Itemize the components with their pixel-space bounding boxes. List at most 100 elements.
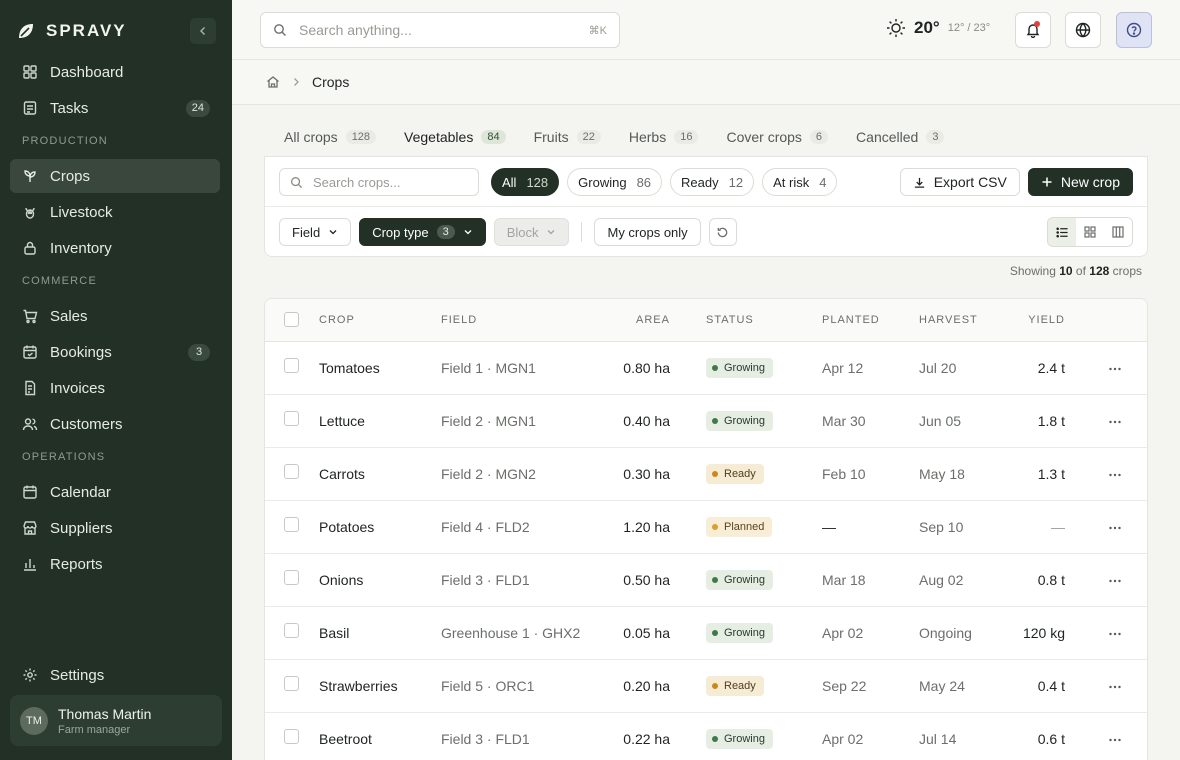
field-filter-dropdown[interactable]: Field: [279, 218, 352, 246]
sidebar-item-calendar[interactable]: Calendar: [10, 475, 220, 509]
current-temperature: 20°: [914, 18, 940, 37]
tab-herbs[interactable]: Herbs 16: [615, 117, 713, 157]
row-checkbox[interactable]: [284, 676, 299, 691]
row-checkbox[interactable]: [284, 729, 299, 744]
filter-separator: [581, 222, 583, 242]
crop-name[interactable]: Lettuce: [319, 413, 365, 429]
select-all-checkbox[interactable]: [284, 312, 299, 327]
help-button[interactable]: [1116, 12, 1152, 48]
more-actions-icon[interactable]: [1107, 520, 1123, 536]
table-row[interactable]: Beetroot Field 3 · FLD1 0.22 ha Growing …: [265, 713, 1147, 760]
sidebar-item-sales[interactable]: Sales: [10, 299, 220, 333]
row-checkbox[interactable]: [284, 358, 299, 373]
sidebar-item-bookings[interactable]: Bookings 3: [10, 335, 220, 369]
export-csv-button[interactable]: Export CSV: [899, 168, 1020, 196]
table-row[interactable]: Carrots Field 2 · MGN2 0.30 ha Ready Feb…: [265, 448, 1147, 501]
board-view-button[interactable]: [1104, 218, 1132, 246]
crop-name[interactable]: Strawberries: [319, 678, 398, 694]
grid-view-button[interactable]: [1076, 218, 1104, 246]
status-label: Ready: [724, 468, 756, 480]
crop-yield: 0.6 t: [1037, 731, 1065, 747]
table-row[interactable]: Basil Greenhouse 1 · GHX2 0.05 ha Growin…: [265, 607, 1147, 660]
crop-name[interactable]: Onions: [319, 572, 363, 588]
notifications-button[interactable]: [1015, 12, 1051, 48]
sidebar-item-customers[interactable]: Customers: [10, 407, 220, 441]
more-actions-icon[interactable]: [1107, 361, 1123, 377]
sidebar-item-tasks[interactable]: Tasks 24: [10, 91, 220, 125]
weather-widget[interactable]: 20° 12° / 23°: [886, 18, 990, 38]
status-filter-growing[interactable]: Growing 86: [567, 168, 663, 196]
tab-all-crops[interactable]: All crops 128: [264, 117, 390, 157]
sidebar-item-settings[interactable]: Settings: [10, 658, 220, 692]
showing-shown: 10: [1059, 264, 1073, 278]
sidebar-item-inventory[interactable]: Inventory: [10, 231, 220, 265]
row-checkbox[interactable]: [284, 570, 299, 585]
block-filter-label: Block: [506, 224, 539, 240]
status-dot: [712, 418, 718, 424]
column-header-yield[interactable]: YIELD: [1028, 314, 1065, 326]
tab-fruits[interactable]: Fruits 22: [520, 117, 615, 157]
tab-cancelled[interactable]: Cancelled 3: [842, 117, 958, 157]
sidebar-item-crops[interactable]: Crops: [10, 159, 220, 193]
more-actions-icon[interactable]: [1107, 467, 1123, 483]
users-icon: [22, 416, 38, 432]
crop-search-input[interactable]: [313, 174, 489, 190]
column-header-field[interactable]: FIELD: [441, 314, 477, 326]
cart-icon: [22, 308, 38, 324]
column-header-planted[interactable]: PLANTED: [822, 314, 880, 326]
row-checkbox[interactable]: [284, 623, 299, 638]
home-icon[interactable]: [266, 75, 280, 89]
status-filter-at-risk[interactable]: At risk 4: [762, 168, 838, 196]
more-actions-icon[interactable]: [1107, 679, 1123, 695]
column-header-harvest[interactable]: HARVEST: [919, 314, 978, 326]
showing-of: of: [1075, 264, 1086, 278]
sidebar-item-reports[interactable]: Reports: [10, 547, 220, 581]
my-crops-only-toggle[interactable]: My crops only: [594, 218, 701, 246]
table-row[interactable]: Potatoes Field 4 · FLD2 1.20 ha Planned …: [265, 501, 1147, 554]
crop-field: Field 4 · FLD2: [441, 519, 530, 535]
crop-search[interactable]: [279, 168, 489, 196]
row-checkbox[interactable]: [284, 411, 299, 426]
sidebar: SPRAVY Dashboard Tasks 24 PRODUCTION Cro…: [0, 0, 232, 760]
sidebar-item-livestock[interactable]: Livestock: [10, 195, 220, 229]
status-filter-all[interactable]: All 128: [491, 168, 560, 196]
column-header-crop[interactable]: CROP: [319, 314, 355, 326]
language-button[interactable]: [1065, 12, 1101, 48]
sidebar-item-suppliers[interactable]: Suppliers: [10, 511, 220, 545]
tab-vegetables[interactable]: Vegetables 84: [390, 117, 520, 158]
global-search[interactable]: ⌘K: [260, 12, 620, 48]
more-actions-icon[interactable]: [1107, 732, 1123, 748]
list-view-button[interactable]: [1048, 218, 1076, 246]
table-row[interactable]: Strawberries Field 5 · ORC1 0.20 ha Read…: [265, 660, 1147, 713]
tab-cover-crops[interactable]: Cover crops 6: [712, 117, 842, 157]
table-row[interactable]: Onions Field 3 · FLD1 0.50 ha Growing Ma…: [265, 554, 1147, 607]
crop-name[interactable]: Carrots: [319, 466, 365, 482]
sidebar-item-invoices[interactable]: Invoices: [10, 371, 220, 405]
status-filter-ready[interactable]: Ready 12: [670, 168, 755, 196]
global-search-input[interactable]: [299, 22, 589, 38]
results-count: Showing 10 of 128 crops: [1010, 264, 1142, 278]
user-profile-card[interactable]: TM Thomas Martin Farm manager: [10, 695, 222, 746]
more-actions-icon[interactable]: [1107, 414, 1123, 430]
crop-name[interactable]: Beetroot: [319, 731, 372, 747]
row-checkbox[interactable]: [284, 464, 299, 479]
crop-name[interactable]: Potatoes: [319, 519, 374, 535]
crop-name[interactable]: Basil: [319, 625, 349, 641]
brand[interactable]: SPRAVY: [16, 18, 127, 44]
tab-count: 6: [809, 130, 829, 144]
row-checkbox[interactable]: [284, 517, 299, 532]
more-actions-icon[interactable]: [1107, 626, 1123, 642]
column-header-status[interactable]: STATUS: [706, 314, 754, 326]
collapse-sidebar-button[interactable]: [190, 18, 216, 44]
sidebar-item-dashboard[interactable]: Dashboard: [10, 55, 220, 89]
table-row[interactable]: Tomatoes Field 1 · MGN1 0.80 ha Growing …: [265, 342, 1147, 395]
table-row[interactable]: Lettuce Field 2 · MGN1 0.40 ha Growing M…: [265, 395, 1147, 448]
more-actions-icon[interactable]: [1107, 573, 1123, 589]
crop-name[interactable]: Tomatoes: [319, 360, 380, 376]
crop-type-filter-dropdown[interactable]: Crop type 3: [359, 218, 486, 246]
column-header-area[interactable]: AREA: [636, 314, 670, 326]
crop-toolbar: All 128 Growing 86 Ready 12 At risk 4 Export…: [264, 156, 1148, 257]
reset-filters-button[interactable]: [708, 218, 737, 246]
new-crop-button[interactable]: New crop: [1027, 168, 1133, 196]
crop-yield: 0.8 t: [1037, 572, 1065, 588]
